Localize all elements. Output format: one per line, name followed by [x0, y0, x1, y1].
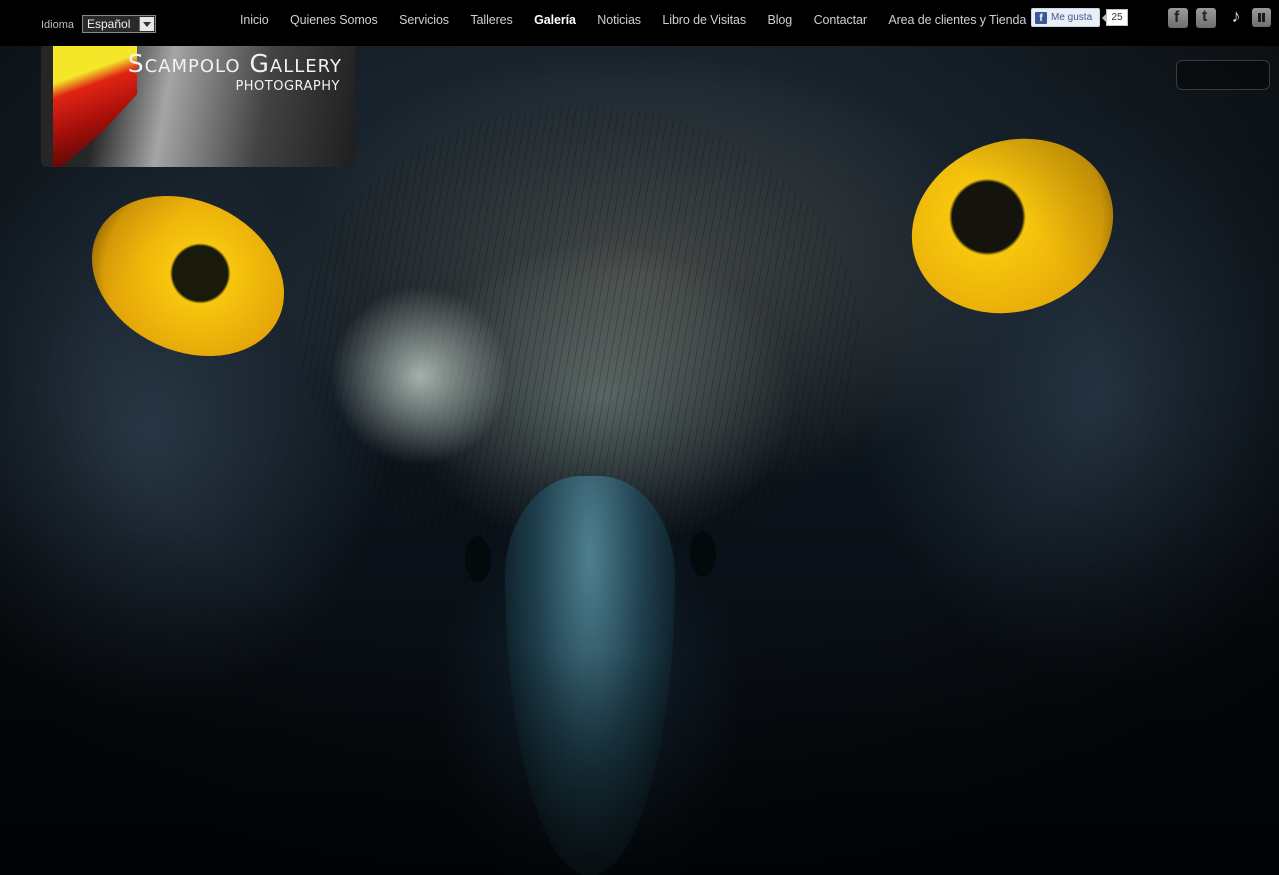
background-photo-eagle — [0, 46, 1279, 875]
nav-item-contactar[interactable]: Contactar — [814, 13, 867, 27]
nav-item-servicios[interactable]: Servicios — [399, 13, 449, 27]
nav-item-inicio[interactable]: Inicio — [240, 13, 269, 27]
nav-item-area-clientes-tienda[interactable]: Area de clientes y Tienda — [888, 13, 1026, 27]
pause-icon[interactable] — [1252, 8, 1271, 27]
nav-item-blog[interactable]: Blog — [768, 13, 793, 27]
main-nav: Inicio Quienes Somos Servicios Talleres … — [240, 11, 1043, 27]
nav-item-galeria[interactable]: Galería — [534, 13, 576, 27]
language-label: Idioma — [41, 19, 75, 31]
nav-item-libro-de-visitas[interactable]: Libro de Visitas — [662, 13, 746, 27]
logo-title: Scampolo Gallery — [127, 49, 342, 78]
nav-item-quienes-somos[interactable]: Quienes Somos — [290, 13, 378, 27]
slideshow-control-box — [1176, 60, 1270, 90]
chevron-down-icon[interactable] — [139, 17, 154, 31]
logo-artwork — [53, 46, 137, 167]
facebook-like-button[interactable]: f Me gusta — [1031, 8, 1100, 27]
facebook-icon: f — [1035, 12, 1047, 24]
nav-item-talleres[interactable]: Talleres — [470, 13, 512, 27]
twitter-icon[interactable] — [1196, 8, 1216, 28]
facebook-like-label: Me gusta — [1051, 12, 1093, 23]
language-select[interactable]: Español — [82, 15, 156, 33]
site-logo[interactable]: Scampolo Gallery PHOTOGRAPHY — [41, 46, 355, 167]
music-note-icon[interactable]: ♪ — [1226, 5, 1246, 27]
nav-item-noticias[interactable]: Noticias — [597, 13, 641, 27]
top-bar: Idioma Español Inicio Quienes Somos Serv… — [0, 0, 1279, 46]
facebook-icon[interactable] — [1168, 8, 1188, 28]
photo-vignette — [0, 46, 1279, 875]
language-selected-value: Español — [87, 17, 131, 31]
logo-subtitle: PHOTOGRAPHY — [235, 79, 340, 94]
facebook-like-count: 25 — [1102, 9, 1128, 26]
